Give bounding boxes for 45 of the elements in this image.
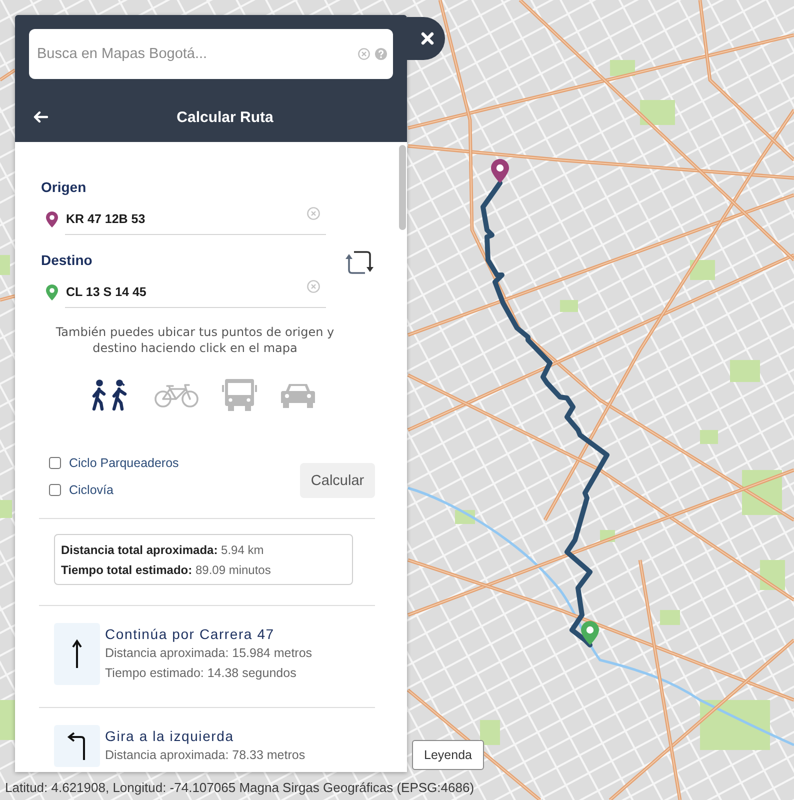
step-detail: Distancia aproximada: 78.33 metros bbox=[105, 747, 306, 764]
clear-icon[interactable] bbox=[358, 48, 370, 60]
step-title: Continúa por Carrera 47 bbox=[105, 625, 276, 643]
park-area bbox=[700, 700, 770, 750]
address-field[interactable]: KR 47 12B 53 bbox=[65, 204, 326, 235]
park-area bbox=[0, 700, 15, 740]
step-detail: Distancia aproximada: 15.984 metros bbox=[105, 645, 312, 662]
field-label: Origen bbox=[41, 179, 88, 196]
scrollbar[interactable] bbox=[399, 145, 406, 230]
park-area bbox=[760, 560, 785, 590]
coordinates-text: Latitud: 4.621908, Longitud: -74.107065 Magna Sirgas Geográficas (EPSG:4686) bbox=[5, 780, 474, 796]
checkbox-label[interactable]: Ciclo Parqueaderos bbox=[69, 456, 179, 470]
search-field[interactable]: Busca en Mapas Bogotá... bbox=[29, 29, 393, 79]
close-icon bbox=[420, 32, 434, 45]
checkbox[interactable] bbox=[49, 484, 61, 496]
checkbox-label[interactable]: Ciclovía bbox=[69, 483, 114, 497]
clear-icon[interactable] bbox=[307, 280, 320, 293]
checkbox[interactable] bbox=[49, 457, 61, 469]
panel-title: Calcular Ruta bbox=[176, 108, 274, 126]
park-area bbox=[730, 360, 760, 382]
step-title: Gira a la izquierda bbox=[105, 727, 235, 745]
address-field[interactable]: CL 13 S 14 45 bbox=[65, 277, 326, 308]
park-area bbox=[660, 610, 680, 625]
park-area bbox=[700, 430, 718, 444]
park-area bbox=[0, 255, 10, 275]
hint-text: También puedes ubicar tus puntos de origen y destino haciendo click en el mapa bbox=[54, 324, 336, 356]
park-area bbox=[610, 60, 635, 76]
back-arrow-icon[interactable] bbox=[33, 111, 48, 123]
legend-button[interactable]: Leyenda bbox=[412, 740, 484, 770]
bus-icon[interactable] bbox=[222, 379, 257, 411]
help-icon[interactable] bbox=[375, 48, 387, 60]
park-area bbox=[640, 100, 675, 125]
clear-icon[interactable] bbox=[307, 207, 320, 220]
car-icon[interactable] bbox=[280, 382, 316, 408]
step-detail: Tiempo estimado: 14.38 segundos bbox=[105, 665, 298, 682]
summary-line: Distancia total aproximada: 5.94 km bbox=[61, 542, 265, 559]
summary-line: Tiempo total estimado: 89.09 minutos bbox=[61, 562, 272, 579]
park-area bbox=[480, 720, 500, 745]
park-area bbox=[690, 260, 715, 280]
park-area bbox=[560, 300, 578, 312]
park-area bbox=[0, 500, 12, 518]
bicycle-icon[interactable] bbox=[154, 382, 199, 408]
swap-icon[interactable] bbox=[345, 248, 375, 274]
field-label: Destino bbox=[41, 252, 94, 269]
calculate-button[interactable]: Calcular bbox=[300, 463, 375, 498]
